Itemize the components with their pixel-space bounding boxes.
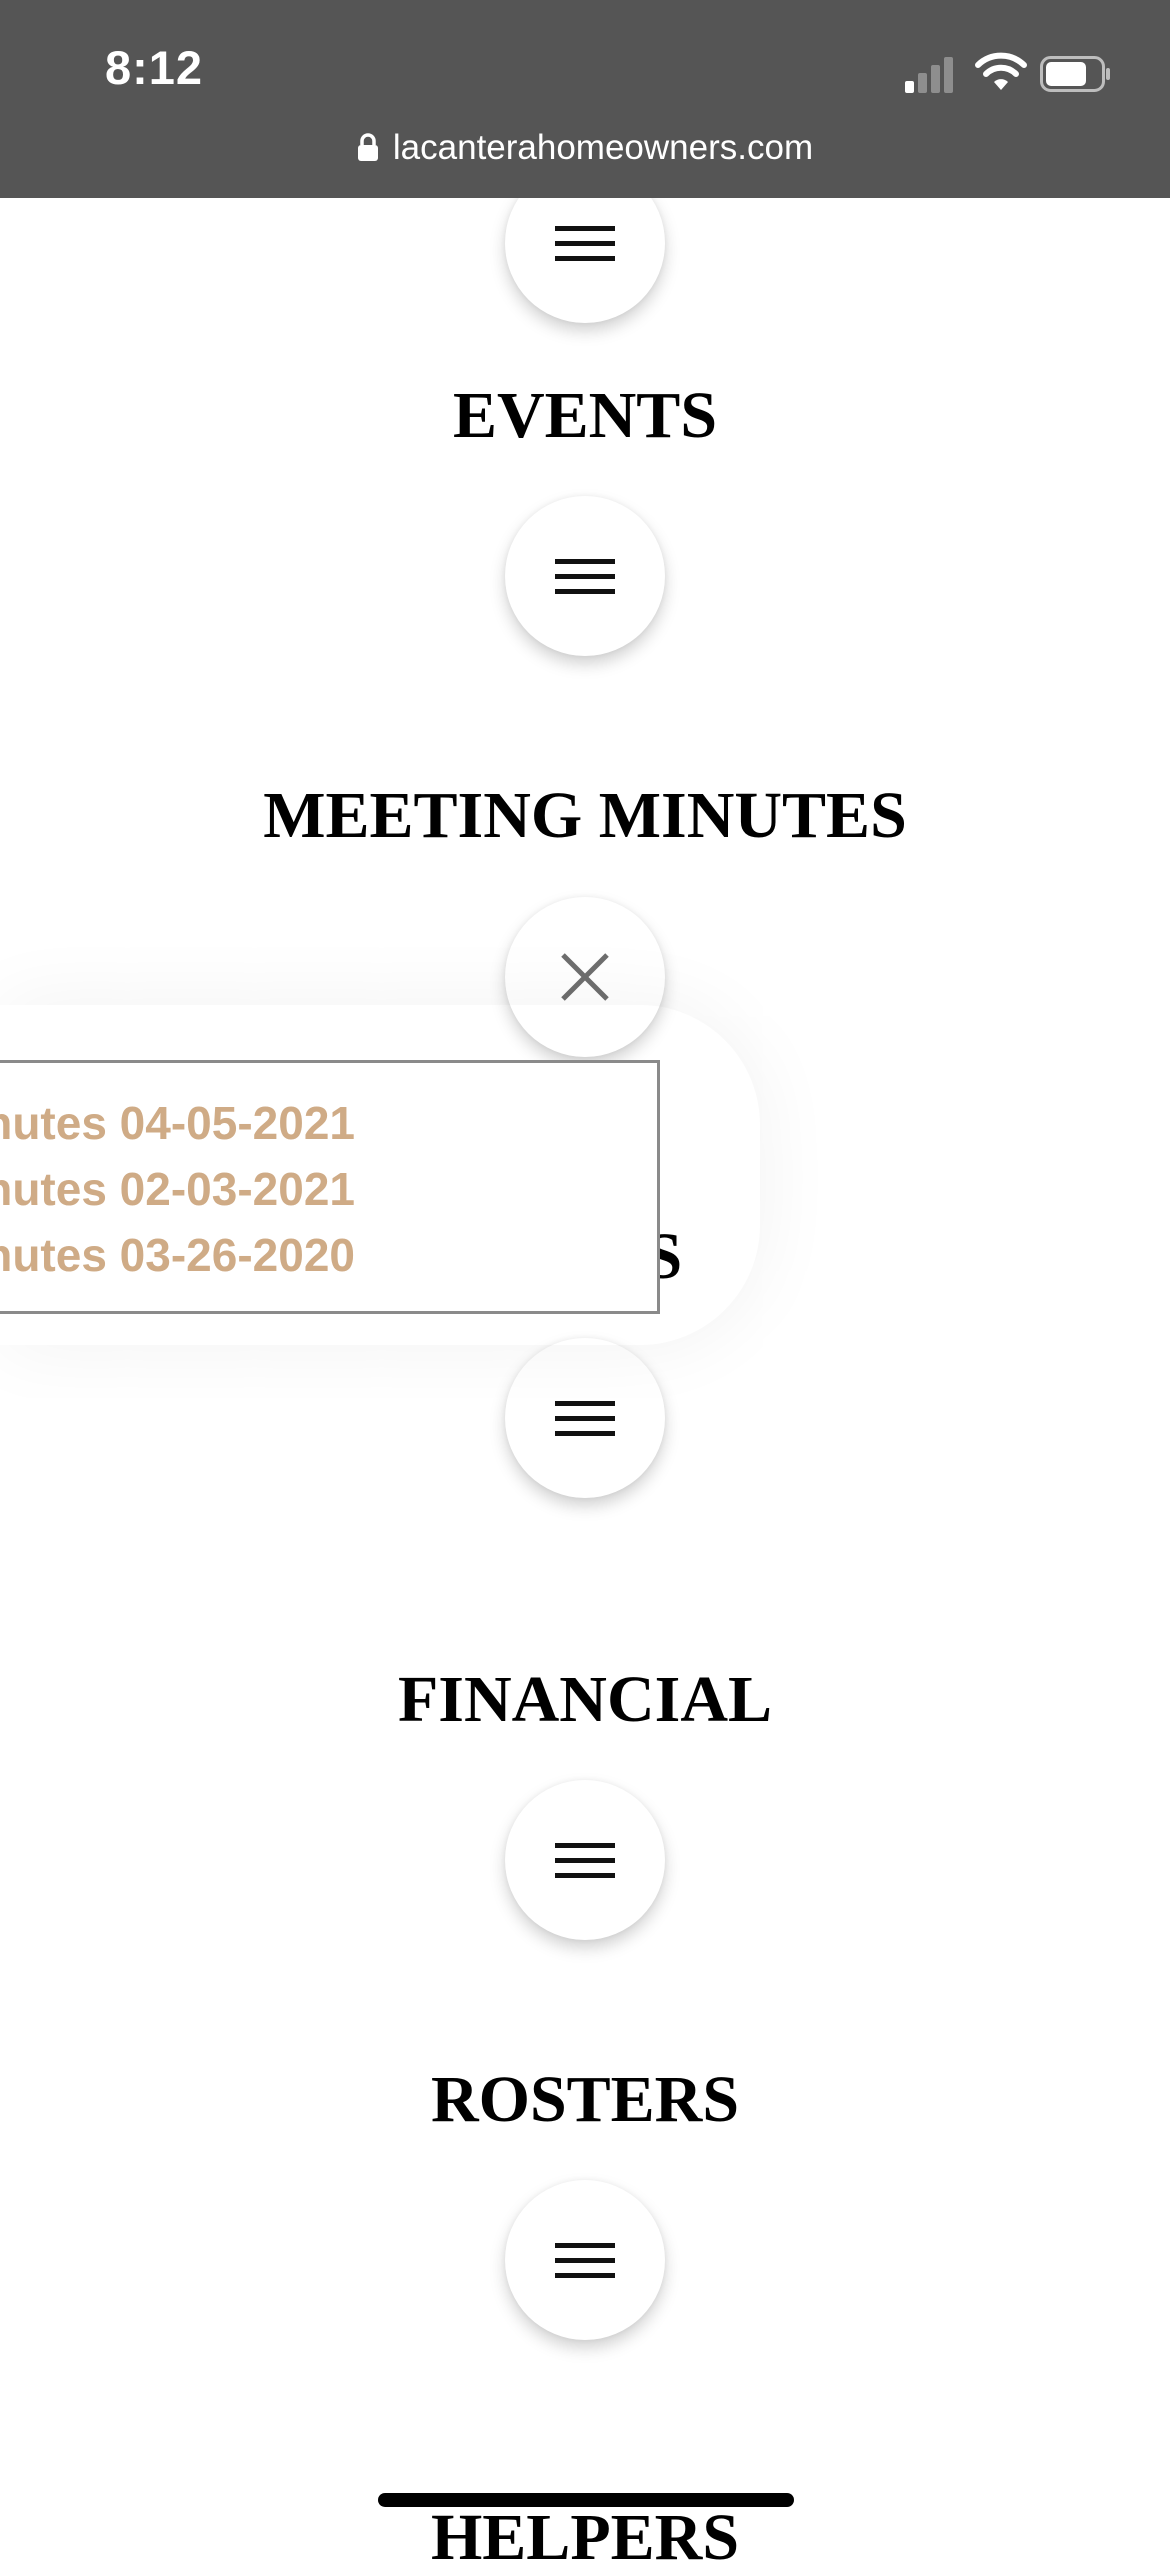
close-icon <box>561 953 609 1001</box>
status-time: 8:12 <box>105 41 204 94</box>
hamburger-icon <box>555 1843 615 1878</box>
battery-icon <box>1040 56 1110 92</box>
hamburger-icon <box>555 559 615 594</box>
browser-status-bar: 8:12 lacanterahomeowners.com <box>0 0 1170 198</box>
hamburger-icon <box>555 226 615 261</box>
section-title-financial: FINANCIAL <box>397 1663 773 1736</box>
wifi-icon <box>975 52 1027 90</box>
url-text: lacanterahomeowners.com <box>392 128 814 167</box>
lock-icon <box>357 133 378 161</box>
rosters-menu-button[interactable] <box>505 2180 665 2340</box>
section-title-events: EVENTS <box>452 379 718 452</box>
meeting-minutes-dropdown: Minutes 04-05-2021 Minutes 02-03-2021 Mi… <box>0 1060 660 1314</box>
signal-icon <box>905 55 955 93</box>
minutes-link[interactable]: Minutes 02-03-2021 <box>0 1162 355 1216</box>
address-bar[interactable]: lacanterahomeowners.com <box>0 128 1170 168</box>
meeting-minutes-close-button[interactable] <box>505 897 665 1057</box>
financial-menu-button[interactable] <box>505 1780 665 1940</box>
hamburger-icon <box>555 2243 615 2278</box>
minutes-link[interactable]: Minutes 04-05-2021 <box>0 1096 355 1150</box>
news-menu-button[interactable] <box>505 1338 665 1498</box>
events-menu-button[interactable] <box>505 496 665 656</box>
section-title-helpers: HELPERS <box>430 2501 740 2574</box>
minutes-link[interactable]: Minutes 03-26-2020 <box>0 1228 355 1282</box>
section-title-meeting-minutes: MEETING MINUTES <box>263 779 907 852</box>
home-indicator <box>378 2493 794 2507</box>
hamburger-icon <box>555 1401 615 1436</box>
section-title-rosters: ROSTERS <box>430 2063 740 2136</box>
